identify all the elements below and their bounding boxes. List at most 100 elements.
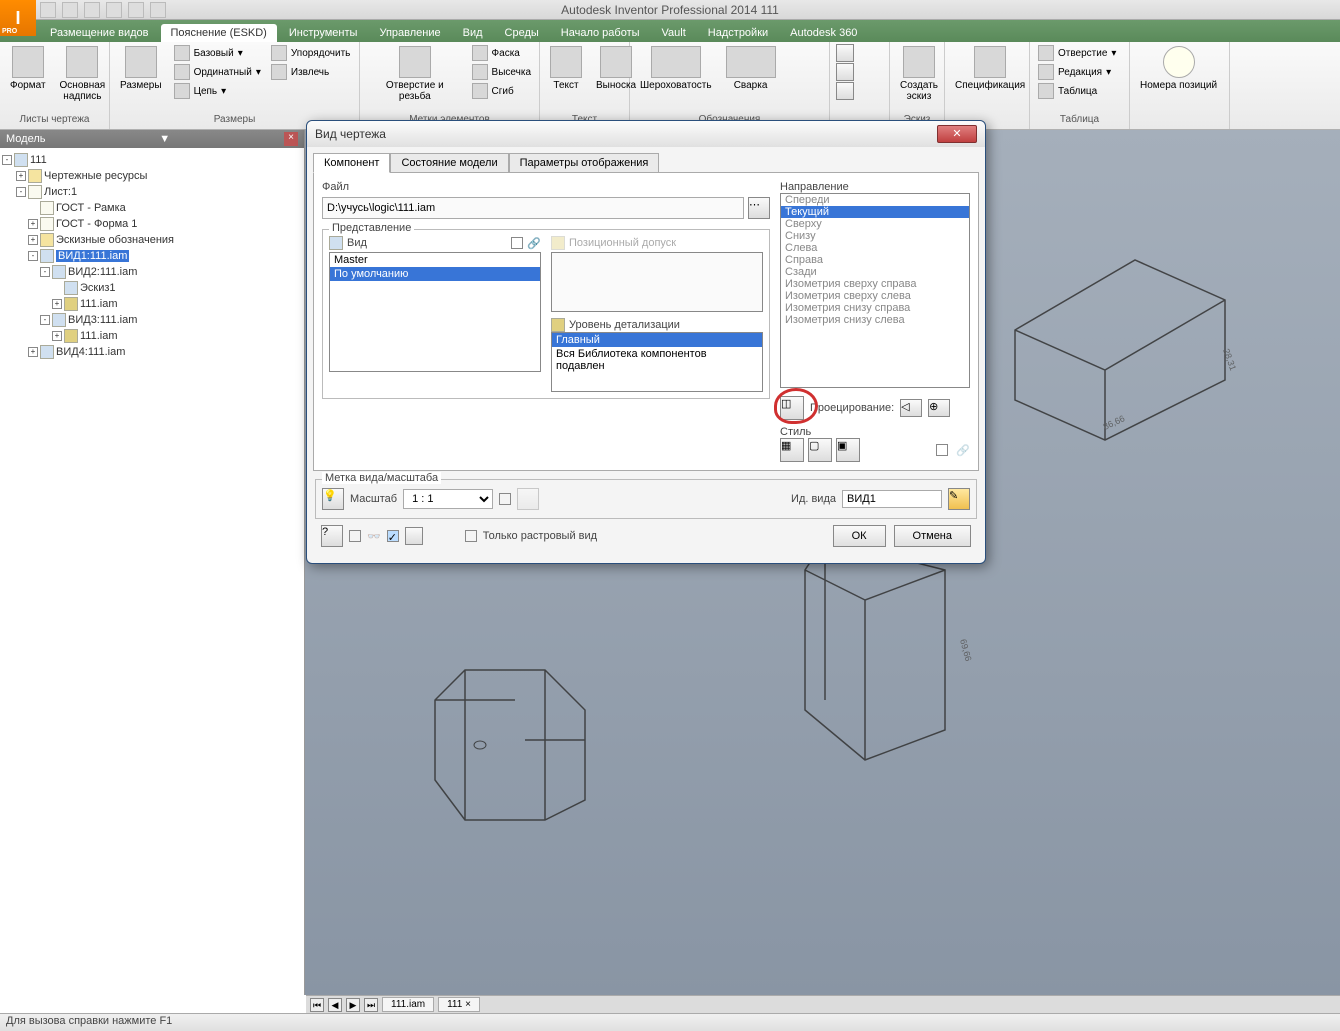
tab-autodesk360[interactable]: Autodesk 360: [780, 24, 867, 42]
model-tree[interactable]: -111 +Чертежные ресурсы -Лист:1 ГОСТ - Р…: [0, 148, 304, 364]
drawing-view-dialog: Вид чертежа ✕ Компонент Состояние модели…: [306, 120, 986, 564]
retrieve-button[interactable]: Извлечь: [269, 63, 353, 81]
ok-button[interactable]: ОК: [833, 525, 886, 547]
view-sublabel: Вид: [347, 237, 367, 249]
viewid-edit-button[interactable]: ✎: [948, 488, 970, 510]
hole-table-button[interactable]: Отверстие ▾: [1036, 44, 1118, 62]
style-link-icon[interactable]: 🔗: [956, 444, 970, 457]
file-label: Файл: [322, 181, 770, 193]
projection-third-angle-button[interactable]: ⊕: [928, 399, 950, 417]
viewid-input[interactable]: [842, 490, 942, 508]
qat-print-icon[interactable]: [150, 2, 166, 18]
ribbon-tabs: Размещение видов Пояснение (ESKD) Инстру…: [0, 20, 1340, 42]
tab-annotation-eskd[interactable]: Пояснение (ESKD): [161, 24, 277, 42]
svg-text:69,66: 69,66: [958, 638, 973, 662]
file-path-input[interactable]: [322, 197, 744, 219]
sym3-icon[interactable]: [836, 82, 854, 100]
view-representation-list[interactable]: Master По умолчанию: [329, 252, 541, 372]
bend-button[interactable]: Сгиб: [470, 82, 533, 100]
tab-vault[interactable]: Vault: [652, 24, 696, 42]
glasses-icon[interactable]: 👓: [367, 530, 381, 543]
chain-button[interactable]: Цепь ▾: [172, 82, 263, 100]
style-check-icon[interactable]: [936, 444, 948, 456]
weld-button[interactable]: Сварка: [722, 44, 780, 93]
sym1-icon[interactable]: [836, 44, 854, 62]
tab-nav-prev-icon[interactable]: ◀: [328, 998, 342, 1012]
opt-check2[interactable]: ✓: [387, 530, 399, 542]
view-check-icon[interactable]: [511, 237, 523, 249]
tab-environments[interactable]: Среды: [495, 24, 549, 42]
baseline-button[interactable]: Базовый ▾: [172, 44, 263, 62]
tab-manage[interactable]: Управление: [369, 24, 450, 42]
direction-list[interactable]: Спереди Текущий Сверху Снизу Слева Справ…: [780, 193, 970, 388]
tab-place-views[interactable]: Размещение видов: [40, 24, 159, 42]
direction-label: Направление: [780, 181, 970, 193]
positional-label: Позиционный допуск: [569, 237, 676, 249]
tab-get-started[interactable]: Начало работы: [551, 24, 650, 42]
projection-first-angle-button[interactable]: ◁: [900, 399, 922, 417]
file-browse-button[interactable]: ⋯: [748, 197, 770, 219]
partslist-button[interactable]: Спецификация: [951, 44, 1029, 93]
style-nohidden-button[interactable]: ▢: [808, 438, 832, 462]
tab-addins[interactable]: Надстройки: [698, 24, 778, 42]
ordinate-button[interactable]: Ординатный ▾: [172, 63, 263, 81]
app-menu-icon[interactable]: I PRO: [0, 0, 36, 36]
opt-check1[interactable]: [349, 530, 361, 542]
text-button[interactable]: Текст: [546, 44, 586, 93]
qat-open-icon[interactable]: [62, 2, 78, 18]
balloon-button[interactable]: Номера позиций: [1136, 44, 1221, 93]
positional-list: [551, 252, 763, 312]
table-button[interactable]: Таблица: [1036, 82, 1118, 100]
style-hidden-button[interactable]: ▦: [780, 438, 804, 462]
tab-model-state[interactable]: Состояние модели: [390, 153, 508, 173]
hole-thread-button[interactable]: Отверстие и резьба: [366, 44, 464, 104]
opt-grid-icon[interactable]: [405, 527, 423, 545]
qat-undo-icon[interactable]: [106, 2, 122, 18]
style-shaded-button[interactable]: ▣: [836, 438, 860, 462]
raster-checkbox[interactable]: [465, 530, 477, 542]
cancel-button[interactable]: Отмена: [894, 525, 971, 547]
model-browser: Модель ▼ × -111 +Чертежные ресурсы -Лист…: [0, 130, 305, 995]
tree-view1[interactable]: ВИД1:111.iam: [56, 250, 129, 262]
scale-group-label: Метка вида/масштаба: [322, 472, 441, 484]
view-cube-button[interactable]: ◫: [780, 396, 804, 420]
doc-tab-1[interactable]: 111.iam: [382, 997, 434, 1012]
dimensions-button[interactable]: Размеры: [116, 44, 166, 93]
scale-light-icon[interactable]: 💡: [322, 488, 344, 510]
format-button[interactable]: Формат: [6, 44, 50, 93]
chamfer-button[interactable]: Фаска: [470, 44, 533, 62]
create-sketch-button[interactable]: Создать эскиз: [896, 44, 942, 104]
help-button[interactable]: ?: [321, 525, 343, 547]
sym2-icon[interactable]: [836, 63, 854, 81]
qat-new-icon[interactable]: [40, 2, 56, 18]
qat-save-icon[interactable]: [84, 2, 100, 18]
viewid-label: Ид. вида: [791, 493, 836, 505]
punch-button[interactable]: Высечка: [470, 63, 533, 81]
tab-display-options[interactable]: Параметры отображения: [509, 153, 660, 173]
dialog-close-button[interactable]: ✕: [937, 125, 977, 143]
tab-nav-next-icon[interactable]: ▶: [346, 998, 360, 1012]
surface-button[interactable]: Шероховатость: [636, 44, 716, 93]
tab-view[interactable]: Вид: [453, 24, 493, 42]
tab-nav-first-icon[interactable]: ⏮: [310, 998, 324, 1012]
scale-opt-icon[interactable]: [517, 488, 539, 510]
browser-close-icon[interactable]: ×: [284, 132, 298, 146]
projection-label: Проецирование:: [810, 402, 894, 414]
tab-component[interactable]: Компонент: [313, 153, 390, 173]
expand-icon[interactable]: -: [2, 155, 12, 165]
revision-button[interactable]: Редакция ▾: [1036, 63, 1118, 81]
browser-dropdown-icon[interactable]: ▼: [159, 133, 170, 145]
group-sheets-label: Листы чертежа: [6, 112, 103, 127]
browser-title: Модель: [6, 133, 45, 145]
arrange-button[interactable]: Упорядочить: [269, 44, 353, 62]
scale-combo[interactable]: 1 : 1: [403, 489, 493, 509]
part-sketch-3: 86,66 28,31: [985, 230, 1245, 450]
scale-check1[interactable]: [499, 493, 511, 505]
titleblock-button[interactable]: Основная надпись: [56, 44, 110, 104]
qat-redo-icon[interactable]: [128, 2, 144, 18]
tab-nav-last-icon[interactable]: ⏭: [364, 998, 378, 1012]
view-link-icon[interactable]: 🔗: [527, 237, 541, 250]
doc-tab-2[interactable]: 111 ×: [438, 997, 480, 1012]
detail-level-list[interactable]: Главный Вся Библиотека компонентов подав…: [551, 332, 763, 392]
tab-tools[interactable]: Инструменты: [279, 24, 368, 42]
